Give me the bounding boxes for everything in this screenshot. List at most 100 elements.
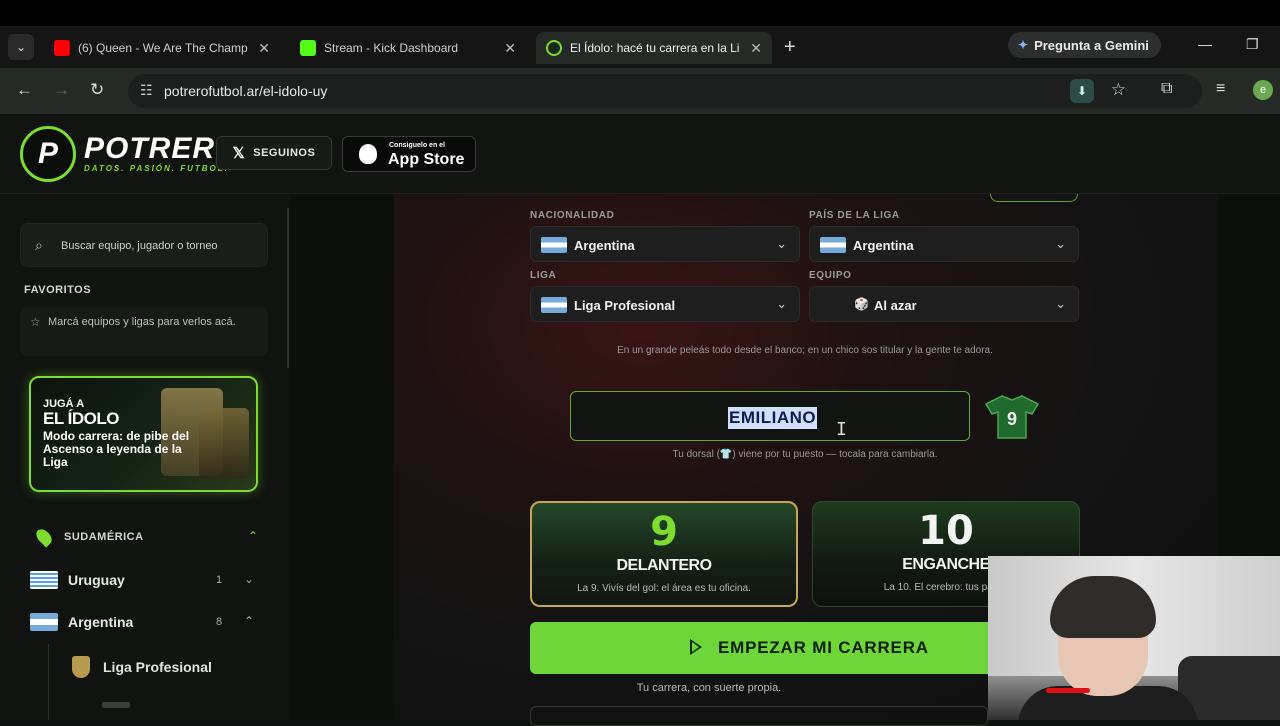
close-tab-icon[interactable]: ✕ xyxy=(258,40,270,57)
league-country-value: Argentina xyxy=(853,238,914,253)
headset-mic-icon xyxy=(1046,688,1090,693)
logo-tagline: DATOS. PASIÓN. FUTBOL. xyxy=(84,164,229,173)
x-logo-icon: 𝕏 xyxy=(232,145,246,162)
argentina-flag-icon xyxy=(820,237,846,253)
jersey-number: 9 xyxy=(1006,409,1017,429)
sidebar-scrollbar[interactable] xyxy=(287,208,289,368)
tab-search-menu-icon[interactable]: ⌄ xyxy=(8,34,34,60)
browser-toolbar: ← → ↻ ☷ potrerofutbol.ar/el-idolo-uy ⬇ ☆… xyxy=(0,68,1280,114)
country-name: Argentina xyxy=(68,614,134,630)
tab-title: (6) Queen - We Are The Champ xyxy=(78,41,248,55)
forward-icon[interactable]: → xyxy=(53,80,70,100)
next-section-edge xyxy=(530,706,988,726)
luck-caption: Tu carrera, con suerte propia. xyxy=(636,682,782,694)
el-idolo-promo-card[interactable]: JUGÁ A EL ÍDOLO Modo carrera: de pibe de… xyxy=(29,376,258,492)
tree-connector xyxy=(48,644,49,720)
argentina-flag-icon xyxy=(541,237,567,253)
gemini-label: Pregunta a Gemini xyxy=(1034,37,1149,53)
country-count: 1 xyxy=(216,574,223,586)
panel-top-button-edge[interactable] xyxy=(990,194,1078,202)
player-name-value: EMILIANO xyxy=(728,407,818,429)
tab-el-idolo[interactable]: El Ídolo: hacé tu carrera en la Li ✕ xyxy=(536,32,772,64)
sidebar-item-liga-profesional[interactable]: Liga Profesional xyxy=(70,654,270,680)
chevron-down-icon: ⌄ xyxy=(776,296,787,311)
close-tab-icon[interactable]: ✕ xyxy=(504,40,516,57)
sidebar-item-argentina[interactable]: Argentina 8 ⌃ xyxy=(30,611,260,635)
league-country-label: PAÍS DE LA LIGA xyxy=(809,210,900,221)
reload-icon[interactable]: ↻ xyxy=(90,80,104,100)
league-value: Liga Profesional xyxy=(574,298,676,313)
position-number: 10 xyxy=(918,508,974,554)
start-career-label: EMPEZAR MI CARRERA xyxy=(718,638,929,657)
league-country-select[interactable]: Argentina ⌄ xyxy=(809,226,1079,262)
team-label: EQUIPO xyxy=(809,270,852,281)
favorites-empty-text: Marcá equipos y ligas para verlos acá. xyxy=(48,316,236,328)
chevron-down-icon: ⌄ xyxy=(1055,236,1066,251)
region-sudamerica[interactable]: SUDAMÉRICA ⌃ xyxy=(30,526,260,548)
dorsal-hint: Tu dorsal (👕) viene por tu puesto — toca… xyxy=(530,449,1080,460)
follow-x-button[interactable]: 𝕏 SEGUINOS xyxy=(216,136,332,170)
nationality-value: Argentina xyxy=(574,238,635,253)
close-tab-icon[interactable]: ✕ xyxy=(750,40,762,57)
follow-label: SEGUINOS xyxy=(253,147,316,159)
search-input[interactable]: ⌕ Buscar equipo, jugador o torneo xyxy=(20,223,268,267)
text-cursor-icon: I xyxy=(836,419,847,440)
play-icon-inner xyxy=(692,642,699,652)
league-name: Liga Profesional xyxy=(103,659,212,675)
dorsal-hint-text-before: Tu dorsal ( xyxy=(672,449,720,460)
tab-title: El Ídolo: hacé tu carrera en la Li xyxy=(570,41,740,55)
team-select[interactable]: 🎲 Al azar ⌄ xyxy=(809,286,1079,322)
dice-icon: 🎲 xyxy=(854,297,869,311)
gemini-button[interactable]: ✦ Pregunta a Gemini xyxy=(1008,32,1161,58)
chevron-up-icon: ⌃ xyxy=(247,529,258,543)
chevron-down-icon: ⌄ xyxy=(776,236,787,251)
url-text: potrerofutbol.ar/el-idolo-uy xyxy=(164,83,328,99)
site-info-icon[interactable]: ☷ xyxy=(140,82,153,99)
league-label: LIGA xyxy=(530,270,557,281)
promo-description: Modo carrera: de pibe del Ascenso a leye… xyxy=(43,429,190,469)
league-select[interactable]: Liga Profesional ⌄ xyxy=(530,286,800,322)
nationality-select[interactable]: Argentina ⌄ xyxy=(530,226,800,262)
position-role: DELANTERO xyxy=(616,557,712,574)
position-number: 9 xyxy=(650,509,678,555)
search-icon: ⌕ xyxy=(35,237,43,253)
webcam-person-hair xyxy=(1050,576,1156,638)
country-count: 8 xyxy=(216,616,223,628)
nationality-label: NACIONALIDAD xyxy=(530,210,615,221)
search-placeholder: Buscar equipo, jugador o torneo xyxy=(61,240,218,252)
team-hint: En un grande peleás todo desde el banco;… xyxy=(617,345,993,356)
country-name: Uruguay xyxy=(68,572,125,588)
sidebar-item-uruguay[interactable]: Uruguay 1 ⌄ xyxy=(30,569,260,593)
position-card-delantero[interactable]: 9 DELANTERO La 9. Vivís del gol: el área… xyxy=(530,501,798,607)
chevron-down-icon: ⌄ xyxy=(244,572,255,586)
profile-avatar[interactable]: e xyxy=(1253,80,1273,100)
argentina-flag-icon xyxy=(541,297,567,313)
youtube-icon xyxy=(54,40,70,56)
webcam-overlay xyxy=(988,556,1280,720)
player-name-input[interactable]: EMILIANO I xyxy=(570,391,970,441)
tab-title: Stream - Kick Dashboard xyxy=(324,41,459,55)
potrero-favicon-icon xyxy=(546,40,562,56)
bookmark-star-icon[interactable]: ☆ xyxy=(1111,80,1126,100)
potrero-logo-icon[interactable]: P xyxy=(20,126,76,182)
tab-kick[interactable]: Stream - Kick Dashboard ✕ xyxy=(290,32,526,64)
league-shield-icon xyxy=(72,656,90,678)
reading-list-icon[interactable]: ≡ xyxy=(1216,80,1225,98)
maximize-icon[interactable]: ❐ xyxy=(1246,36,1259,53)
app-store-small-text: Consiguelo en el xyxy=(389,142,446,149)
back-icon[interactable]: ← xyxy=(16,80,33,100)
region-label: SUDAMÉRICA xyxy=(64,531,144,543)
install-app-icon[interactable]: ⬇ xyxy=(1070,79,1094,103)
extensions-icon[interactable]: ⧉ xyxy=(1161,80,1172,98)
address-bar[interactable]: ☷ potrerofutbol.ar/el-idolo-uy ⬇ ☆ xyxy=(128,74,1202,108)
position-description: La 9. Vivís del gol: el área es tu ofici… xyxy=(577,583,751,594)
jersey-number-button[interactable]: 9 xyxy=(984,394,1040,440)
new-tab-icon[interactable]: + xyxy=(784,36,796,59)
minimize-icon[interactable]: — xyxy=(1198,36,1212,52)
app-store-button[interactable]: Consiguelo en el App Store xyxy=(342,136,476,172)
tab-queen[interactable]: (6) Queen - We Are The Champ ✕ xyxy=(44,32,280,64)
app-store-text: App Store xyxy=(388,151,465,168)
kick-icon xyxy=(300,40,316,56)
player-card-image xyxy=(199,408,249,478)
window-top-strip xyxy=(0,0,1280,26)
